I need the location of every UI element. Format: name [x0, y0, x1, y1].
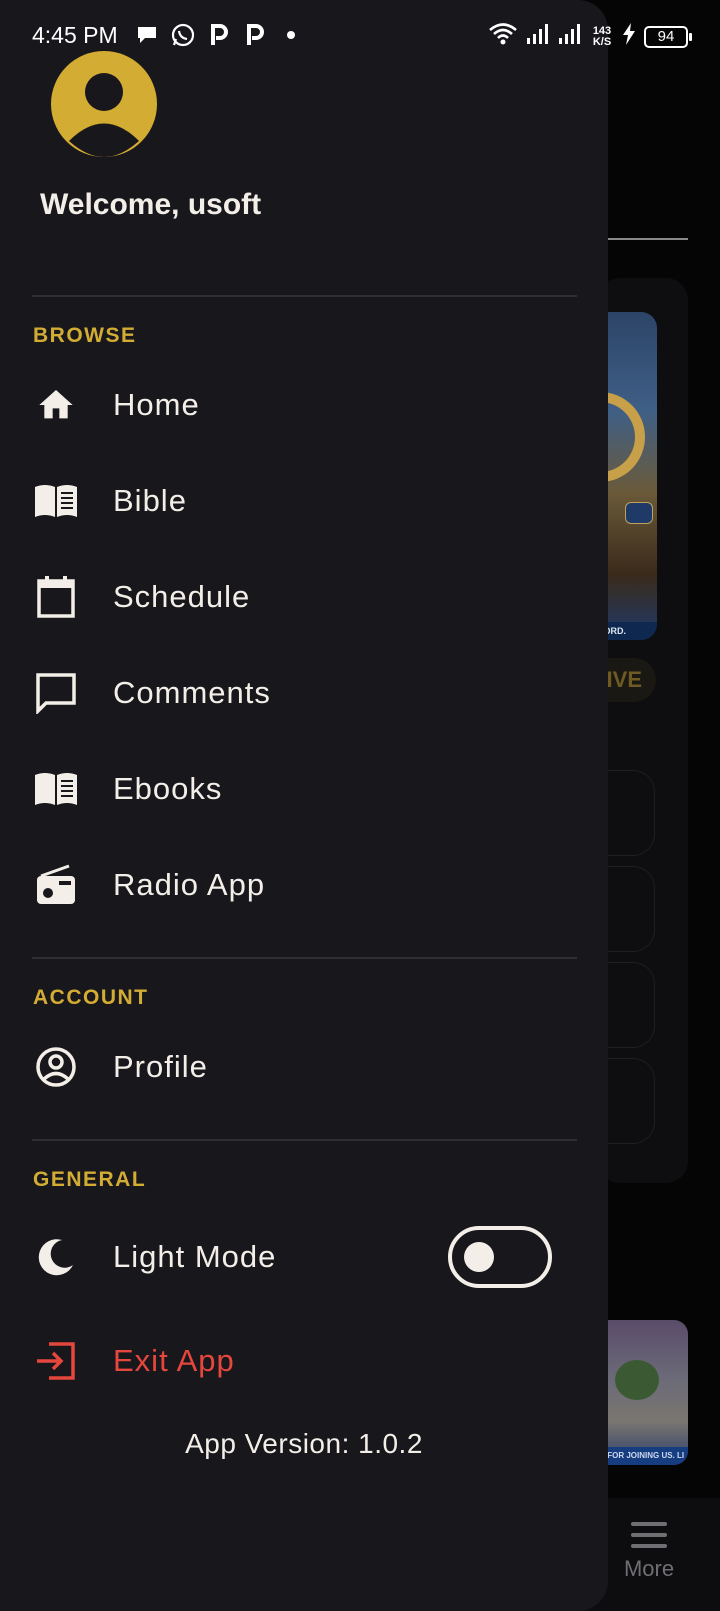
nav-item-label: Radio App: [113, 867, 266, 902]
dot-icon: [278, 22, 304, 48]
system-icons: 143 K/S 94: [488, 22, 692, 51]
network-speed-unit: K/S: [592, 35, 612, 48]
section-browse-label: BROWSE: [33, 324, 137, 347]
nav-item-profile[interactable]: Profile: [0, 1029, 600, 1105]
book-icon: [32, 765, 80, 813]
nav-item-label: Bible: [113, 483, 187, 518]
nav-item-label: Schedule: [113, 579, 251, 614]
signal-icon: [526, 22, 550, 51]
signal-icon: [558, 22, 582, 51]
comment-icon: [32, 669, 80, 717]
status-time: 4:45 PM: [32, 22, 118, 48]
nav-item-comments[interactable]: Comments: [0, 655, 600, 731]
section-general-label: GENERAL: [33, 1168, 147, 1191]
moon-icon: [32, 1233, 80, 1281]
nav-item-ebooks[interactable]: Ebooks: [0, 751, 600, 827]
exit-icon: [32, 1337, 80, 1385]
wifi-icon: [488, 22, 518, 51]
nav-item-radio-app[interactable]: Radio App: [0, 847, 600, 923]
nav-item-label: Profile: [113, 1049, 208, 1084]
divider: [32, 1139, 577, 1141]
welcome-text: Welcome, usoft: [40, 188, 262, 221]
p-app-icon: [242, 22, 268, 48]
network-speed: 143 K/S: [590, 25, 614, 48]
radio-icon: [32, 861, 80, 909]
nav-item-label: Comments: [113, 675, 271, 710]
home-icon: [32, 381, 80, 429]
book-icon: [32, 477, 80, 525]
p-app-icon: [206, 22, 232, 48]
nav-item-home[interactable]: Home: [0, 367, 600, 443]
light-mode-toggle[interactable]: [448, 1226, 552, 1288]
section-account-label: ACCOUNT: [33, 986, 149, 1009]
exit-app-label: Exit App: [113, 1343, 235, 1378]
exit-app-button[interactable]: Exit App: [0, 1323, 600, 1399]
nav-item-label: Ebooks: [113, 771, 223, 806]
tab-underline: [608, 238, 688, 240]
divider: [32, 295, 577, 297]
nav-item-schedule[interactable]: Schedule: [0, 559, 600, 635]
divider: [32, 957, 577, 959]
nav-item-label: Home: [113, 387, 200, 422]
nav-item-bible[interactable]: Bible: [0, 463, 600, 539]
account-circle-icon: [32, 1043, 80, 1091]
more-label: More: [623, 1556, 675, 1581]
menu-icon: [631, 1522, 667, 1548]
chat-bubble-icon: [134, 22, 160, 48]
toggle-knob: [464, 1242, 494, 1272]
battery-indicator: 94: [644, 25, 692, 48]
status-bar: 4:45 PM 143 K/S 94: [0, 0, 720, 70]
light-mode-label: Light Mode: [113, 1239, 277, 1274]
notification-icons: [134, 22, 304, 48]
calendar-icon: [32, 573, 80, 621]
navigation-drawer: Welcome, usoft BROWSE Home Bible Schedul…: [0, 0, 608, 1611]
whatsapp-icon: [170, 22, 196, 48]
chat-bubble-icon: [625, 502, 653, 524]
charging-icon: [622, 23, 636, 50]
app-version: App Version: 1.0.2: [185, 1428, 423, 1459]
more-button: More: [612, 1522, 686, 1582]
